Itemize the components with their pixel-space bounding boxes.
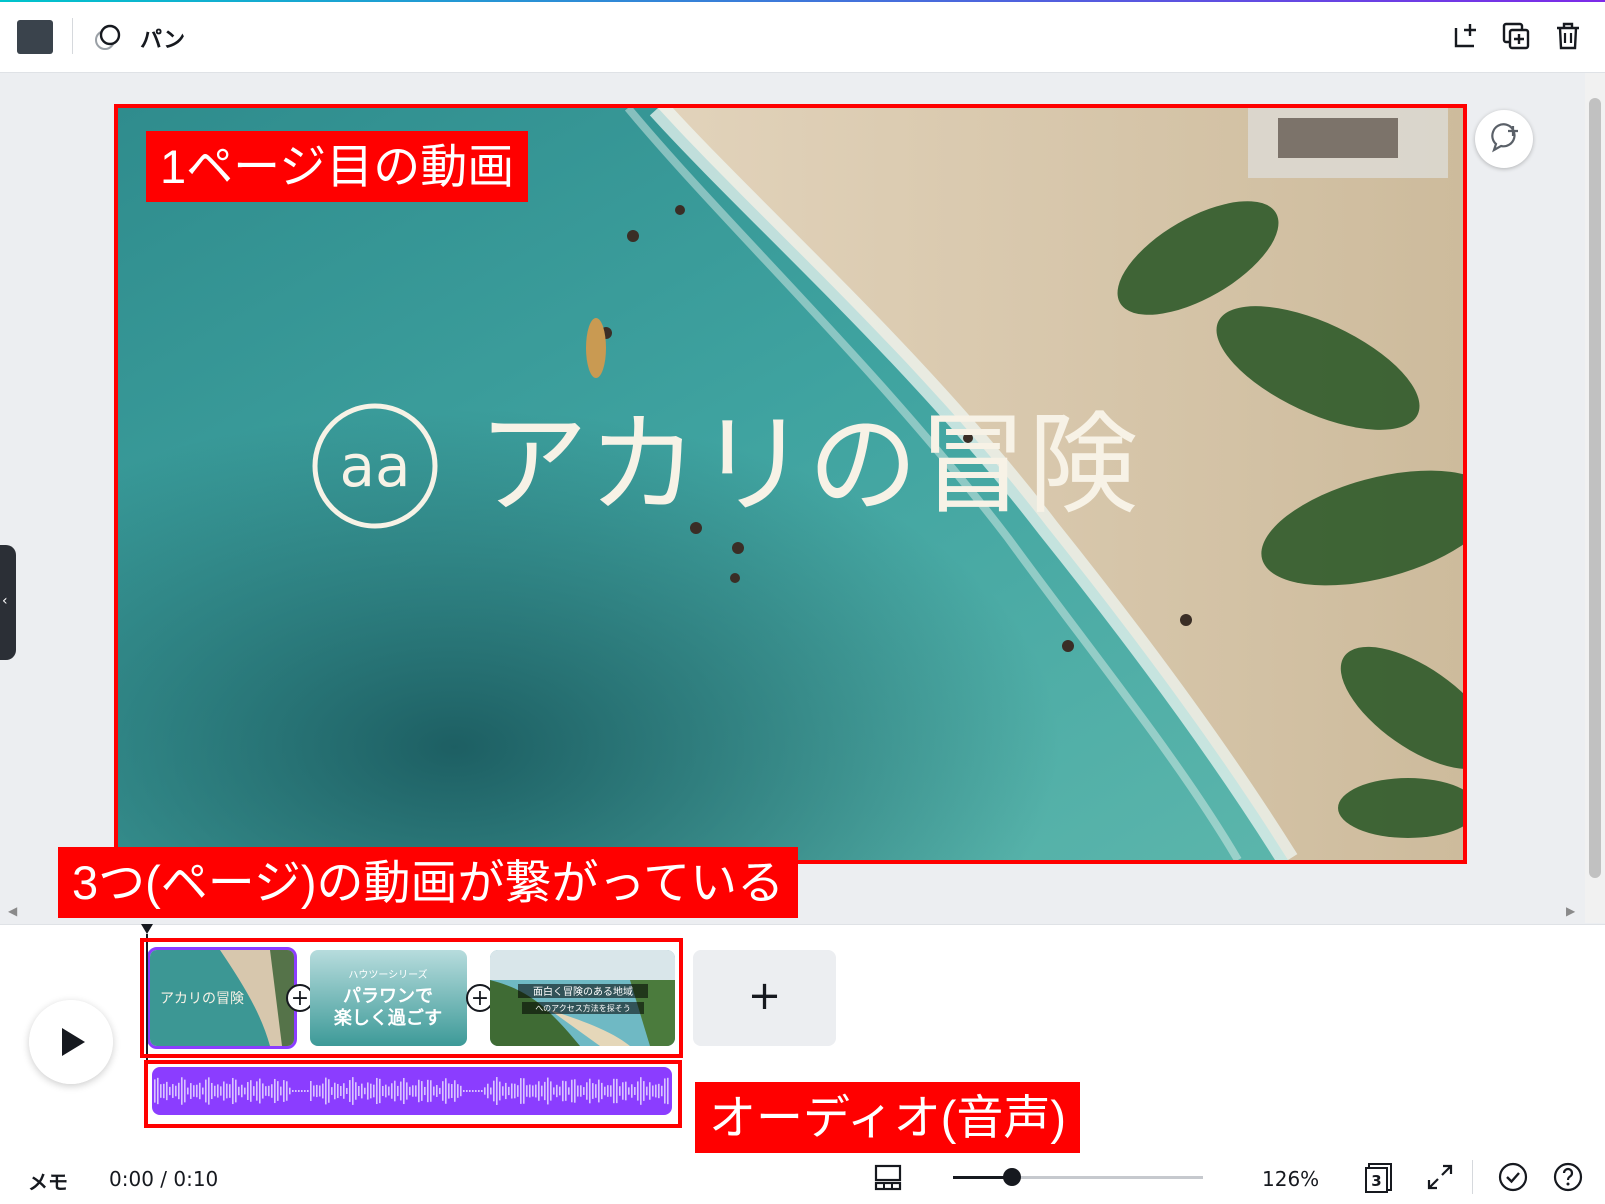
annotation-frame-page1 <box>114 104 1467 864</box>
duplicate-page-icon[interactable] <box>1499 19 1533 53</box>
trash-icon[interactable] <box>1551 19 1585 53</box>
zoom-slider-handle[interactable] <box>1003 1168 1021 1186</box>
help-icon[interactable] <box>1551 1160 1585 1194</box>
annotation-frame-audio <box>144 1060 682 1128</box>
pan-animation-icon[interactable] <box>92 20 126 54</box>
scroll-right-arrow-icon[interactable]: ▶ <box>1566 904 1575 918</box>
bottom-divider <box>1472 1160 1473 1194</box>
add-page-icon[interactable] <box>1449 19 1483 53</box>
chevron-left-icon: ‹ <box>2 593 8 609</box>
check-circle-icon[interactable] <box>1496 1160 1530 1194</box>
annotation-frame-clips <box>140 938 683 1058</box>
timeline-view-icon[interactable] <box>871 1160 905 1194</box>
page-count: 3 <box>1371 1172 1381 1190</box>
color-swatch-button[interactable] <box>17 20 53 54</box>
play-button[interactable] <box>29 1000 113 1084</box>
pages-count-icon[interactable]: 3 <box>1362 1160 1396 1194</box>
add-comment-icon[interactable] <box>1475 110 1533 168</box>
editor-toolbar <box>0 0 1605 73</box>
playback-time: 0:00 / 0:10 <box>109 1167 219 1191</box>
fullscreen-icon[interactable] <box>1423 1160 1457 1194</box>
annotation-joined-label: 3つ(ページ)の動画が繋がっている <box>58 847 799 918</box>
annotation-audio-label: オーディオ(音声) <box>695 1082 1081 1153</box>
vertical-scrollbar-thumb[interactable] <box>1589 98 1601 878</box>
zoom-slider-fill <box>953 1176 1010 1179</box>
annotation-page1-label: 1ページ目の動画 <box>146 131 529 202</box>
brand-gradient-line <box>0 0 1605 2</box>
zoom-level[interactable]: 126% <box>1262 1167 1319 1191</box>
notes-button[interactable]: メモ <box>28 1166 68 1195</box>
side-panel-toggle[interactable]: ‹ <box>0 545 16 660</box>
add-page-button[interactable]: + <box>693 950 836 1046</box>
scroll-left-arrow-icon[interactable]: ◀ <box>8 904 17 918</box>
animation-effect-label[interactable]: パン <box>140 22 185 54</box>
toolbar-divider <box>72 18 73 54</box>
